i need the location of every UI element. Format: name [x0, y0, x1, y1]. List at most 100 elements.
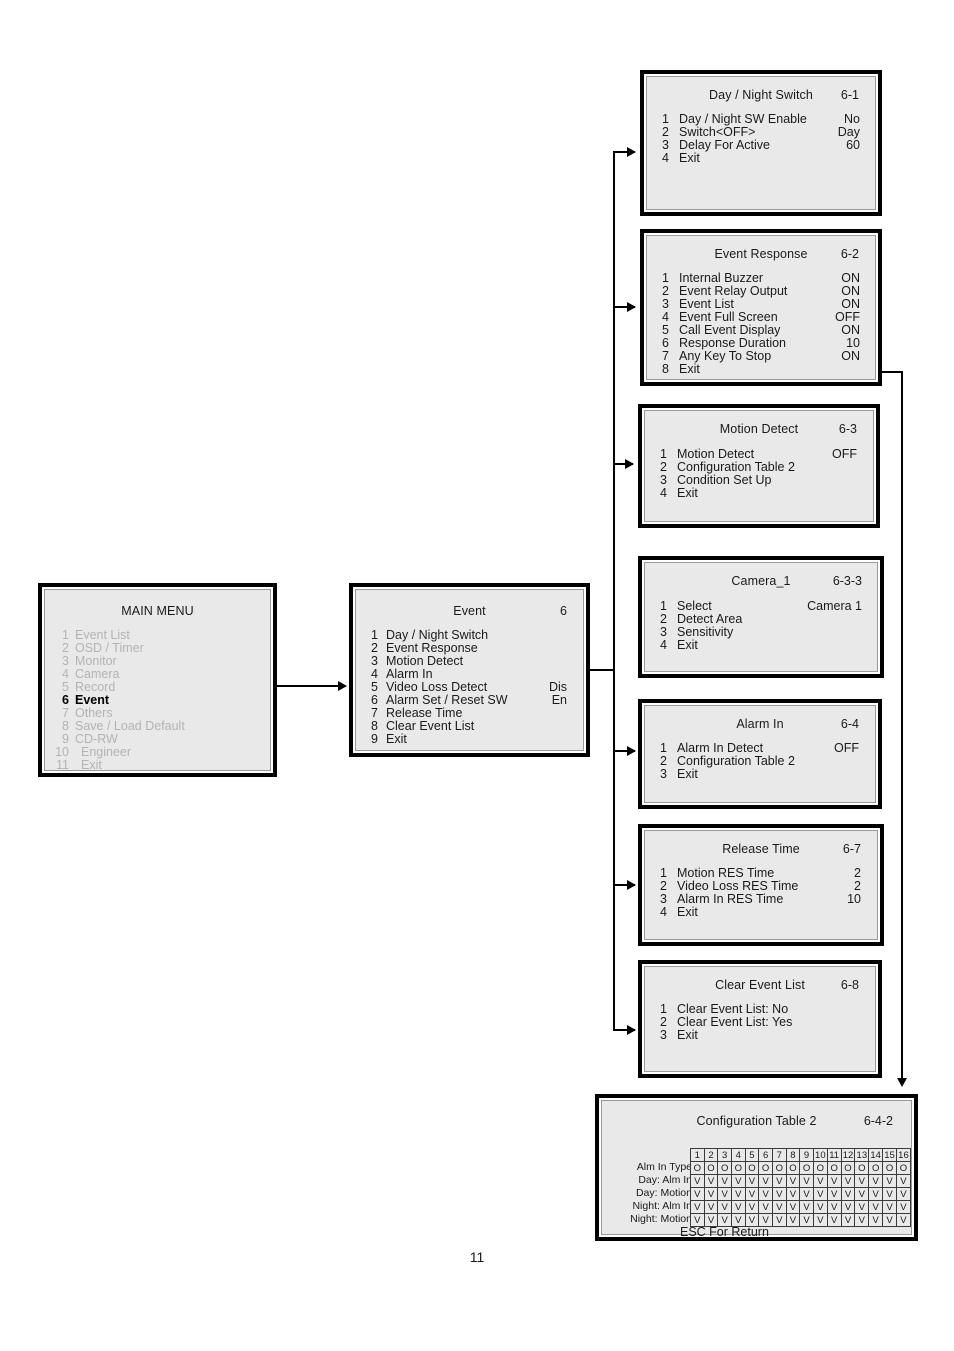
- table-cell[interactable]: V: [730, 1187, 746, 1201]
- table-cell[interactable]: V: [703, 1174, 719, 1188]
- table-cell[interactable]: O: [717, 1161, 732, 1175]
- menu-item[interactable]: 4 Exit: [647, 152, 875, 165]
- menu-item[interactable]: 9 Exit: [356, 733, 583, 746]
- configuration-table-grid[interactable]: 1 2 3 4 5 6 7 8 9 10 11 12 13 14 15 16 O…: [690, 1148, 912, 1227]
- table-cell[interactable]: V: [840, 1213, 856, 1227]
- table-cell[interactable]: V: [785, 1213, 801, 1227]
- table-cell[interactable]: V: [799, 1174, 814, 1188]
- table-cell[interactable]: V: [895, 1213, 912, 1227]
- table-cell[interactable]: V: [826, 1174, 842, 1188]
- panel-alarm-in[interactable]: Alarm In 6-4 1 Alarm In Detect OFF 2 Con…: [638, 699, 882, 809]
- table-cell[interactable]: V: [690, 1187, 705, 1201]
- table-cell[interactable]: V: [882, 1200, 897, 1214]
- panel-release-time-rows: 1 Motion RES Time 2 2 Video Loss RES Tim…: [645, 867, 877, 919]
- table-cell[interactable]: V: [826, 1187, 842, 1201]
- table-cell[interactable]: V: [799, 1200, 814, 1214]
- table-cell[interactable]: V: [744, 1187, 760, 1201]
- table-cell[interactable]: V: [882, 1187, 897, 1201]
- menu-item[interactable]: 9 CD-RW: [45, 733, 270, 746]
- panel-motion-detect[interactable]: Motion Detect 6-3 1 Motion Detect OFF 2 …: [638, 404, 880, 528]
- table-cell[interactable]: V: [826, 1213, 842, 1227]
- menu-item[interactable]: 4 Exit: [645, 639, 877, 652]
- table-cell[interactable]: V: [703, 1200, 719, 1214]
- table-cell[interactable]: V: [717, 1200, 732, 1214]
- table-cell[interactable]: V: [690, 1200, 705, 1214]
- menu-item[interactable]: 4 Exit: [645, 906, 877, 919]
- table-cell[interactable]: V: [882, 1213, 897, 1227]
- menu-item[interactable]: 3 Exit: [645, 1029, 875, 1042]
- table-cell[interactable]: O: [771, 1161, 787, 1175]
- table-cell[interactable]: O: [868, 1161, 884, 1175]
- table-cell[interactable]: V: [771, 1213, 787, 1227]
- table-cell[interactable]: O: [882, 1161, 897, 1175]
- menu-item[interactable]: 10 Engineer: [45, 746, 270, 759]
- table-cell[interactable]: V: [758, 1174, 773, 1188]
- table-cell[interactable]: V: [771, 1174, 787, 1188]
- table-cell[interactable]: V: [690, 1174, 705, 1188]
- table-cell[interactable]: O: [758, 1161, 773, 1175]
- table-cell[interactable]: V: [744, 1200, 760, 1214]
- table-cell[interactable]: O: [744, 1161, 760, 1175]
- table-cell[interactable]: V: [812, 1187, 828, 1201]
- column-header: 13: [854, 1148, 870, 1162]
- table-cell[interactable]: V: [840, 1174, 856, 1188]
- table-cell[interactable]: V: [730, 1174, 746, 1188]
- table-cell[interactable]: O: [799, 1161, 814, 1175]
- table-cell[interactable]: V: [895, 1187, 912, 1201]
- table-cell[interactable]: V: [771, 1200, 787, 1214]
- table-cell[interactable]: V: [758, 1200, 773, 1214]
- table-cell[interactable]: V: [868, 1174, 884, 1188]
- table-cell[interactable]: V: [812, 1213, 828, 1227]
- table-cell[interactable]: V: [785, 1200, 801, 1214]
- table-cell[interactable]: V: [868, 1200, 884, 1214]
- panel-clear-event-list[interactable]: Clear Event List 6-8 1 Clear Event List:…: [638, 960, 882, 1078]
- table-cell[interactable]: V: [703, 1187, 719, 1201]
- panel-day-night-switch[interactable]: Day / Night Switch 6-1 1 Day / Night SW …: [640, 70, 882, 216]
- configuration-table-footer: ESC For Return: [680, 1225, 769, 1239]
- table-cell[interactable]: V: [868, 1187, 884, 1201]
- table-cell[interactable]: V: [854, 1200, 870, 1214]
- panel-main-menu[interactable]: MAIN MENU 1 Event List 2 OSD / Timer 3 M…: [38, 583, 277, 777]
- panel-camera-1[interactable]: Camera_1 6-3-3 1 Select Camera 1 2 Detec…: [638, 556, 884, 678]
- panel-event[interactable]: Event 6 1 Day / Night Switch 2 Event Res…: [349, 583, 590, 757]
- table-cell[interactable]: O: [826, 1161, 842, 1175]
- table-cell[interactable]: V: [785, 1187, 801, 1201]
- table-cell[interactable]: O: [785, 1161, 801, 1175]
- table-cell[interactable]: V: [771, 1187, 787, 1201]
- panel-event-response[interactable]: Event Response 6-2 1 Internal Buzzer ON …: [640, 229, 882, 386]
- table-cell[interactable]: V: [799, 1187, 814, 1201]
- table-cell[interactable]: V: [840, 1200, 856, 1214]
- table-cell[interactable]: V: [854, 1213, 870, 1227]
- table-cell[interactable]: V: [840, 1187, 856, 1201]
- table-cell[interactable]: O: [895, 1161, 912, 1175]
- menu-item[interactable]: 3 Exit: [645, 768, 875, 781]
- table-cell[interactable]: V: [785, 1174, 801, 1188]
- table-cell[interactable]: V: [758, 1187, 773, 1201]
- table-cell[interactable]: V: [744, 1174, 760, 1188]
- table-cell[interactable]: V: [826, 1200, 842, 1214]
- table-cell[interactable]: V: [854, 1174, 870, 1188]
- table-cell[interactable]: V: [717, 1174, 732, 1188]
- table-cell[interactable]: V: [812, 1174, 828, 1188]
- table-cell[interactable]: V: [895, 1200, 912, 1214]
- table-cell[interactable]: V: [717, 1187, 732, 1201]
- table-cell[interactable]: V: [854, 1187, 870, 1201]
- table-cell[interactable]: V: [799, 1213, 814, 1227]
- panel-release-time[interactable]: Release Time 6-7 1 Motion RES Time 2 2 V…: [638, 824, 884, 946]
- table-cell[interactable]: V: [812, 1200, 828, 1214]
- menu-item-label: Exit: [677, 905, 698, 919]
- table-cell[interactable]: O: [812, 1161, 828, 1175]
- menu-item[interactable]: 8 Exit: [647, 363, 875, 376]
- table-cell[interactable]: V: [868, 1213, 884, 1227]
- table-cell[interactable]: V: [895, 1174, 912, 1188]
- menu-item[interactable]: 4 Exit: [645, 487, 873, 500]
- table-cell[interactable]: O: [840, 1161, 856, 1175]
- menu-item[interactable]: 11 Exit: [45, 759, 270, 772]
- table-cell[interactable]: V: [882, 1174, 897, 1188]
- table-cell[interactable]: O: [690, 1161, 705, 1175]
- table-cell[interactable]: O: [854, 1161, 870, 1175]
- table-cell[interactable]: V: [730, 1200, 746, 1214]
- table-cell[interactable]: O: [703, 1161, 719, 1175]
- panel-configuration-table-2[interactable]: Configuration Table 2 6-4-2 Alm In Type …: [595, 1094, 918, 1241]
- table-cell[interactable]: O: [730, 1161, 746, 1175]
